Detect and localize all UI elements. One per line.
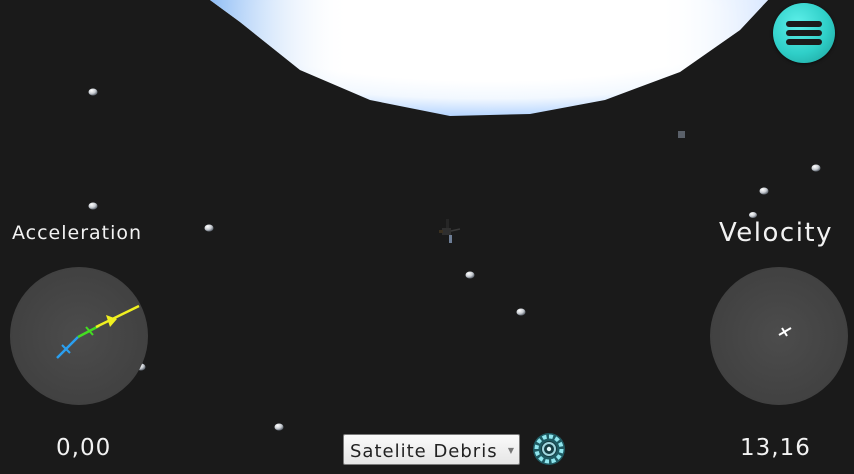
target-dropdown-value: Satelite Debris: [350, 441, 498, 462]
hamburger-menu-icon[interactable]: [773, 3, 835, 63]
debris-object[interactable]: [88, 202, 98, 210]
debris-object[interactable]: [274, 423, 284, 431]
debris-object[interactable]: [465, 271, 475, 279]
debris-object[interactable]: [88, 88, 98, 96]
debris-object[interactable]: [678, 131, 685, 138]
debris-object[interactable]: [811, 164, 821, 172]
chevron-down-icon: ▼: [507, 446, 515, 455]
target-lock-icon[interactable]: [532, 432, 566, 466]
debris-object[interactable]: [516, 308, 526, 316]
spacecraft-icon: [439, 219, 461, 243]
velocity-dial: [710, 267, 848, 405]
acceleration-value: 0,00: [56, 435, 112, 461]
target-dropdown[interactable]: Satelite Debris ▼: [343, 434, 520, 465]
acceleration-label: Acceleration: [12, 222, 143, 244]
debris-object[interactable]: [759, 187, 769, 195]
velocity-value: 13,16: [740, 435, 811, 461]
debris-object[interactable]: [204, 224, 214, 232]
velocity-label: Velocity: [719, 218, 833, 248]
debris-field: [88, 88, 821, 431]
acceleration-dial: [10, 267, 148, 405]
planet: [210, 0, 768, 116]
